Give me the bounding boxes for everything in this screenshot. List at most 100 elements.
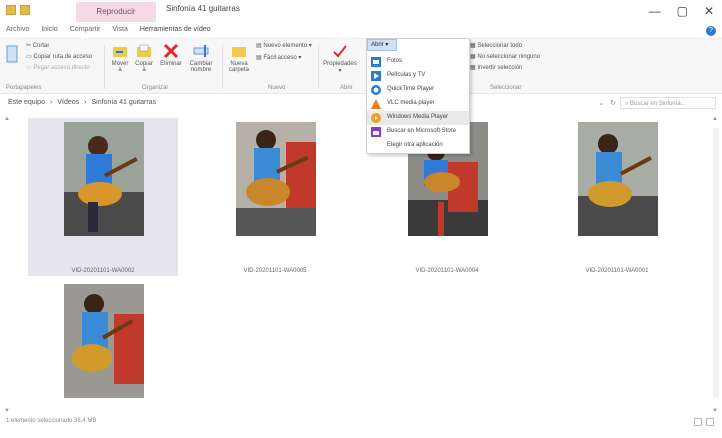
scroll-down-icon[interactable]: ▼	[712, 408, 718, 414]
rename-button[interactable]: Cambiar nombre	[188, 43, 214, 73]
details-view-icon[interactable]	[694, 418, 702, 426]
left-scrollbar[interactable]: ▲ ▼	[4, 116, 12, 414]
cut-button[interactable]: ✂ Cortar	[26, 42, 49, 49]
folder-icon[interactable]	[6, 5, 16, 15]
status-bar: 1 elemento seleccionado 38,4 MB	[0, 416, 722, 430]
group-label-organize: Organizar	[142, 85, 169, 91]
file-tile[interactable]: VID-20201101-WA0003	[28, 280, 178, 438]
scroll-down-icon[interactable]: ▼	[4, 408, 10, 414]
pin-icon	[6, 45, 18, 63]
help-icon[interactable]: ?	[706, 26, 716, 36]
group-label-new: Nuevo	[268, 85, 286, 91]
menu-item-photos[interactable]: Fotos	[367, 55, 469, 69]
tab-share[interactable]: Compartir	[70, 22, 101, 38]
video-thumbnail	[64, 122, 144, 236]
video-thumbnail-icon	[64, 284, 144, 398]
ribbon: ✂ Cortar ▭ Copiar ruta de acceso ▭ Pegar…	[0, 38, 722, 94]
address-bar[interactable]: Este equipo › Vídeos › Sinfonía 41 guita…	[0, 94, 722, 112]
menu-item-vlc[interactable]: VLC media player	[367, 97, 469, 111]
view-toggles	[694, 418, 714, 426]
context-tab-play[interactable]: Reproducir	[76, 2, 156, 22]
select-none-button[interactable]: ▦ No seleccionar ninguno	[470, 53, 540, 60]
ribbon-divider	[104, 45, 105, 89]
file-tile[interactable]: VID-20201101-WA0005	[200, 118, 350, 276]
group-label-clipboard: Portapapeles	[6, 85, 42, 91]
properties-button[interactable]: Propiedades ▾	[322, 43, 358, 74]
search-placeholder: Buscar en Sinfonía...	[630, 101, 686, 107]
file-name[interactable]: VID-20201101-WA0005	[200, 268, 350, 274]
title-bar: Reproducir Sinfonía 41 guitarras — ▢ ✕	[0, 0, 722, 22]
menu-item-windows-media-player[interactable]: Windows Media Player	[367, 111, 469, 125]
copy-path-button[interactable]: ▭ Copiar ruta de acceso	[26, 53, 92, 60]
tab-video-tools[interactable]: Herramientas de vídeo	[140, 22, 211, 38]
menu-item-movies-tv[interactable]: Películas y TV	[367, 69, 469, 83]
menu-item-microsoft-store[interactable]: Buscar en Microsoft Store	[367, 125, 469, 139]
copy-path-icon: ▭	[26, 54, 32, 60]
close-button[interactable]: ✕	[704, 4, 714, 18]
menu-item-choose-other-app[interactable]: Elegir otra aplicación	[367, 139, 469, 153]
easy-access-icon: ▤	[256, 55, 262, 61]
chevron-down-icon[interactable]: ⌄	[598, 99, 604, 107]
paste-shortcut-button[interactable]: ▭ Pegar acceso directo	[26, 64, 90, 71]
breadcrumb[interactable]: Este equipo › Vídeos › Sinfonía 41 guita…	[8, 99, 156, 106]
tab-view[interactable]: Vista	[112, 22, 127, 38]
refresh-icon[interactable]: ↻	[610, 99, 616, 107]
group-label-open: Abrir	[340, 85, 353, 91]
search-input[interactable]: ⌕ Buscar en Sinfonía...	[620, 97, 716, 109]
scrollbar-thumb[interactable]	[713, 128, 719, 398]
breadcrumb-separator: ›	[49, 99, 53, 106]
new-item-button[interactable]: ▤ Nuevo elemento ▾	[256, 42, 312, 49]
new-folder-icon	[232, 47, 246, 57]
properties-icon[interactable]	[20, 5, 30, 15]
invert-selection-button[interactable]: ▦ Invertir selección	[470, 64, 522, 71]
breadcrumb-current-folder[interactable]: Sinfonía 41 guitarras	[91, 99, 156, 106]
file-explorer-window: Reproducir Sinfonía 41 guitarras — ▢ ✕ A…	[0, 0, 722, 430]
breadcrumb-this-pc[interactable]: Este equipo	[8, 99, 45, 106]
scroll-up-icon[interactable]: ▲	[712, 116, 718, 122]
move-to-button[interactable]: Mover a	[110, 43, 130, 73]
rename-icon	[193, 45, 209, 57]
delete-button[interactable]: Eliminar	[160, 43, 182, 67]
group-label-select: Seleccionar	[490, 85, 522, 91]
video-thumbnail	[236, 122, 316, 236]
breadcrumb-videos[interactable]: Vídeos	[57, 99, 79, 106]
select-none-icon: ▦	[470, 54, 476, 60]
new-folder-button[interactable]: Nueva carpeta	[228, 43, 250, 73]
invert-selection-icon: ▦	[470, 65, 476, 71]
pin-quick-access-button[interactable]	[2, 45, 22, 65]
vertical-scrollbar[interactable]: ▲ ▼	[712, 116, 720, 414]
vlc-icon	[371, 99, 381, 109]
minimize-button[interactable]: —	[649, 4, 661, 18]
paste-shortcut-icon: ▭	[26, 65, 32, 71]
file-name[interactable]: VID-20201101-WA0001	[542, 268, 692, 274]
quick-access-toolbar	[6, 5, 30, 15]
open-dropdown-button[interactable]: Abrir ▾	[367, 39, 397, 51]
video-thumbnail	[64, 284, 144, 398]
open-with-menu: Abrir ▾ Fotos Películas y TV QuickTime P…	[366, 38, 470, 154]
large-icons-view-icon[interactable]	[706, 418, 714, 426]
ribbon-divider	[318, 45, 319, 89]
file-tile[interactable]: VID-20201101-WA0002	[28, 118, 178, 276]
search-icon: ⌕	[625, 101, 629, 107]
select-all-button[interactable]: ▦ Seleccionar todo	[470, 42, 522, 49]
maximize-button[interactable]: ▢	[677, 4, 688, 18]
video-thumbnail-icon	[64, 122, 144, 236]
tab-home[interactable]: Inicio	[41, 22, 57, 38]
easy-access-button[interactable]: ▤ Fácil acceso ▾	[256, 54, 301, 61]
move-folder-icon	[113, 47, 127, 57]
status-text: 1 elemento seleccionado 38,4 MB	[6, 418, 97, 424]
file-name[interactable]: VID-20201101-WA0004	[372, 268, 522, 274]
properties-check-icon	[333, 45, 347, 58]
file-tile[interactable]: VID-20201101-WA0001	[542, 118, 692, 276]
tab-file[interactable]: Archivo	[6, 22, 29, 38]
select-all-icon: ▦	[470, 43, 476, 49]
window-controls: — ▢ ✕	[649, 4, 714, 18]
scroll-up-icon[interactable]: ▲	[4, 116, 10, 122]
file-name[interactable]: VID-20201101-WA0002	[28, 268, 178, 274]
ribbon-divider	[222, 45, 223, 89]
video-thumbnail-icon	[236, 122, 316, 236]
photos-icon	[371, 57, 381, 67]
file-list[interactable]: VID-20201101-WA0002 VID-20201101-WA0005	[0, 114, 722, 416]
menu-item-quicktime[interactable]: QuickTime Player	[367, 83, 469, 97]
copy-to-button[interactable]: Copiar a	[134, 43, 154, 73]
